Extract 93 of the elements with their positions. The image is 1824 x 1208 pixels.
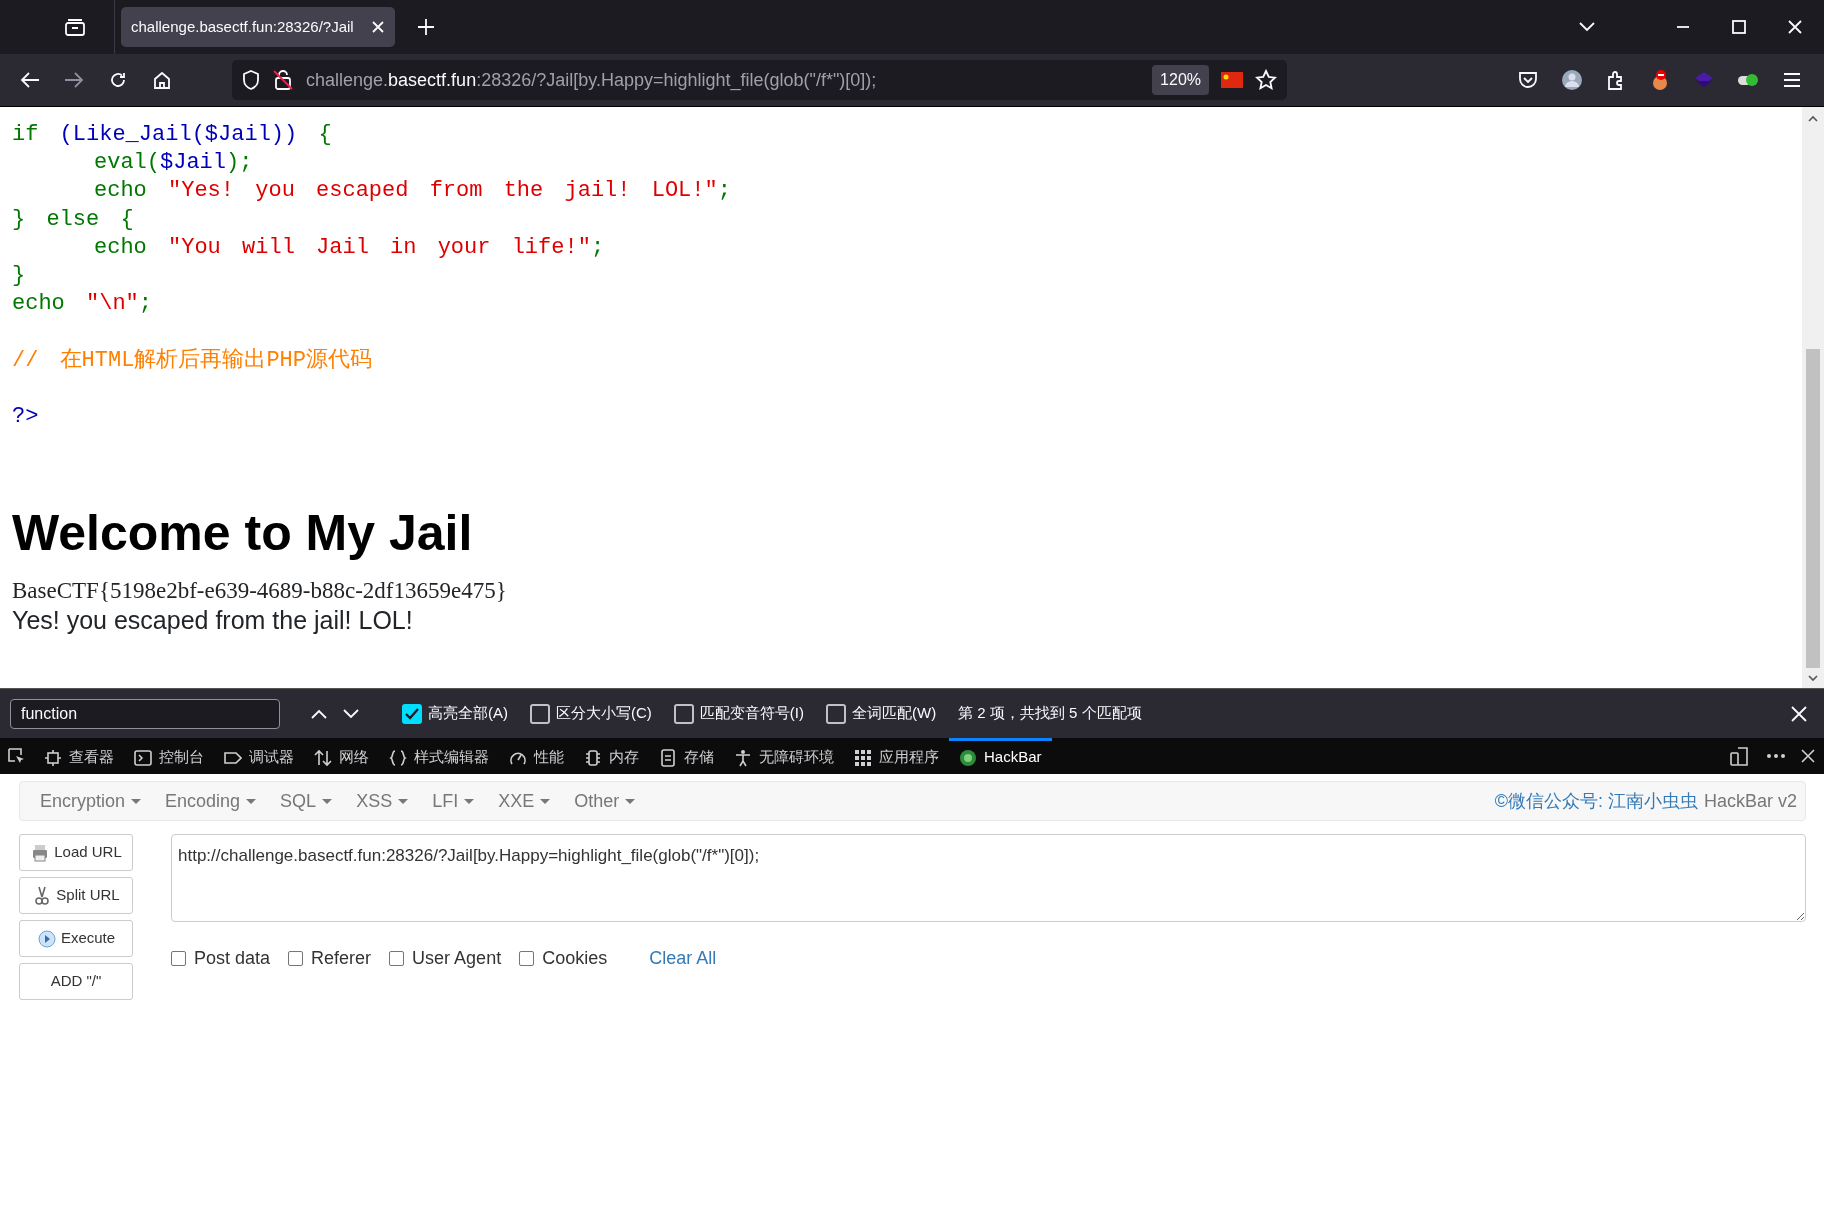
arrows-icon: [314, 748, 332, 767]
devtools-tab[interactable]: 存储: [649, 738, 724, 774]
checkbox[interactable]: [402, 703, 422, 724]
dropdown-menu-button[interactable]: Encoding: [153, 787, 269, 815]
hackbar-button[interactable]: Execute: [19, 920, 133, 957]
lock-icon[interactable]: [272, 69, 294, 91]
find-field[interactable]: function: [10, 698, 280, 729]
checkbox[interactable]: [171, 951, 186, 966]
checkbox-label[interactable]: 全词匹配(W): [852, 702, 937, 725]
reload-icon[interactable]: [108, 70, 128, 90]
forward-icon: [64, 71, 84, 89]
star-icon[interactable]: [1255, 69, 1277, 91]
code-line: ?>: [12, 403, 40, 431]
next-icon[interactable]: [342, 707, 360, 720]
version-text: HackBar v2: [1703, 789, 1797, 813]
checkbox[interactable]: [288, 951, 304, 966]
previous-icon[interactable]: [310, 707, 328, 720]
code-line: eval($Jail);: [93, 149, 254, 178]
new-tab-icon[interactable]: [417, 18, 435, 36]
checkbox[interactable]: [673, 703, 694, 724]
code-line: echo "\n";: [12, 290, 154, 319]
checkbox-label[interactable]: 高亮全部(A): [428, 702, 508, 725]
checkbox[interactable]: [826, 703, 846, 724]
dropdown-menu-button[interactable]: XXE: [486, 787, 563, 815]
code-line: } else {: [12, 205, 135, 234]
pocket-icon[interactable]: [1517, 69, 1539, 91]
browser-tab[interactable]: challenge.basectf.fun:28326/?Jail: [121, 7, 395, 47]
address-bar[interactable]: challenge.basectf.fun:28326/?Jail[by.Happy=highlight_file(glob("/f*")[0]); 120%: [232, 60, 1287, 100]
devtools-tab[interactable]: 无障碍环境: [724, 738, 844, 774]
devtools-tab[interactable]: 控制台: [124, 738, 214, 774]
braces-icon: [389, 748, 407, 767]
hackbar-icon: [959, 748, 977, 767]
code-line: if (Like_Jail($Jail)) {: [12, 121, 333, 149]
dropdown-menu-button[interactable]: Other: [562, 787, 648, 815]
checkbox-label[interactable]: 区分大小写(C): [556, 702, 652, 725]
flag-icon[interactable]: [1221, 72, 1243, 88]
flag-text: BaseCTF{5198e2bf-e639-4689-b88c-2df13659e475}: [12, 577, 508, 606]
scrollbar-thumb[interactable]: [1806, 349, 1820, 668]
result-message: Yes! you escaped from the jail! LOL!: [12, 605, 414, 636]
zoom-level[interactable]: 120%: [1152, 65, 1209, 95]
hackbar-button[interactable]: Load URL: [19, 834, 133, 871]
dropdown-menu-button[interactable]: XSS: [344, 787, 421, 815]
url-path: :28326/?Jail[by.Happy=highlight_file(glob("/f*")[0]);: [476, 69, 877, 90]
code-line: // 在HTML解析后再输出PHP源代码: [12, 346, 374, 375]
clear-all-link[interactable]: Clear All: [649, 945, 717, 972]
code-line: echo "You will Jail in your life!";: [93, 233, 606, 262]
responsive-icon[interactable]: [1730, 746, 1750, 766]
devtools-tab[interactable]: 样式编辑器: [379, 738, 499, 774]
storage-icon: [659, 748, 677, 767]
back-icon[interactable]: [20, 71, 40, 89]
code-line: }: [12, 262, 27, 290]
chip-icon: [44, 748, 62, 767]
shield-icon[interactable]: [242, 70, 260, 90]
tab-list-icon[interactable]: [64, 17, 86, 37]
checkbox-label[interactable]: Referer: [311, 945, 372, 972]
devtools-tab[interactable]: HackBar: [949, 738, 1052, 774]
grid-icon: [854, 748, 872, 767]
devtools-tab[interactable]: 内存: [574, 738, 649, 774]
hackbar-button[interactable]: Split URL: [19, 877, 133, 914]
devtools-tab[interactable]: 性能: [499, 738, 574, 774]
play-icon: [36, 928, 57, 949]
avatar-icon[interactable]: [1561, 69, 1583, 91]
checkbox[interactable]: [389, 951, 405, 966]
maximize-icon[interactable]: [1732, 20, 1746, 34]
checkbox[interactable]: [519, 951, 535, 966]
checkbox[interactable]: [530, 703, 550, 724]
url-field[interactable]: http://challenge.basectf.fun:28326/?Jail[by.Happy=highlight_file(glob("/f*")[0]);: [171, 834, 1806, 922]
checkbox-label[interactable]: User Agent: [412, 945, 502, 972]
devtools-tab[interactable]: 调试器: [214, 738, 304, 774]
dropdown-menu-button[interactable]: LFI: [420, 787, 487, 815]
url-domain: basectf.fun: [388, 69, 477, 90]
devtools-tab[interactable]: 查看器: [34, 738, 124, 774]
credit-link[interactable]: ©微信公众号: 江南小虫虫: [1494, 787, 1698, 815]
checkbox-label[interactable]: Post data: [194, 945, 271, 972]
home-icon[interactable]: [152, 70, 172, 90]
checkbox-label[interactable]: 匹配变音符号(I): [699, 702, 804, 725]
devtools-tab[interactable]: 网络: [304, 738, 379, 774]
devtools-tab[interactable]: 应用程序: [844, 738, 949, 774]
checkbox-label[interactable]: Cookies: [542, 945, 608, 972]
page-heading: Welcome to My Jail: [12, 504, 474, 564]
hackbar-button[interactable]: ADD "/": [19, 963, 133, 1000]
dropdown-menu-button[interactable]: Encryption: [28, 787, 154, 815]
terminal-icon: [134, 748, 152, 767]
match-count: 第 2 项，共找到 5 个匹配项: [958, 703, 1142, 724]
more-icon[interactable]: [1766, 753, 1786, 759]
memory-icon: [584, 748, 602, 767]
scroll-down-icon[interactable]: [1807, 672, 1819, 684]
close-icon[interactable]: [1800, 748, 1816, 764]
code-line: echo "Yes! you escaped from the jail! LOL!";: [93, 177, 732, 206]
dropdown-menu-button[interactable]: SQL: [268, 787, 345, 815]
chevron-down-icon[interactable]: [1578, 21, 1596, 33]
url-subdomain: challenge.: [306, 69, 389, 90]
accessibility-icon: [734, 748, 752, 767]
